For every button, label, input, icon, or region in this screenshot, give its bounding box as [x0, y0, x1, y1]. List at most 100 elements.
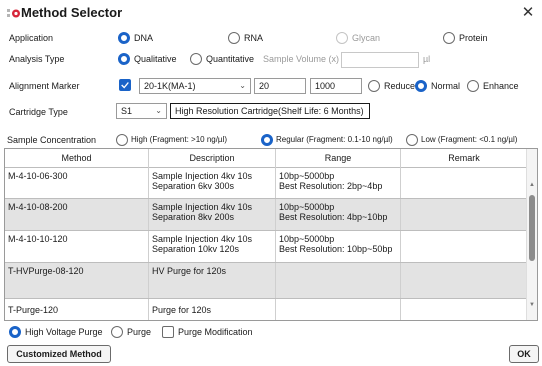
cartridge-description: High Resolution Cartridge(Shelf Life: 6 …: [170, 103, 370, 119]
description-line: Separation 10kv 120s: [152, 244, 240, 254]
concentration-high-label: High (Fragment: >10 ng/µl): [131, 135, 227, 144]
concentration-low-label: Low (Fragment: <0.1 ng/µl): [421, 135, 518, 144]
range-line: Best Resolution: 4bp~10bp: [279, 212, 388, 222]
description-line: HV Purge for 120s: [152, 266, 227, 276]
description-line: Sample Injection 4kv 10s: [152, 202, 253, 212]
scroll-up-icon[interactable]: ▲: [529, 182, 535, 188]
cell-range: 10bp~5000bp Best Resolution: 4bp~10bp: [276, 199, 401, 230]
sample-concentration-label: Sample Concentration: [7, 135, 97, 145]
cell-description: HV Purge for 120s: [149, 263, 276, 298]
range-line: Best Resolution: 2bp~4bp: [279, 181, 383, 191]
application-protein-radio[interactable]: [443, 32, 455, 44]
description-line: Separation 6kv 300s: [152, 181, 235, 191]
application-dna-label: DNA: [134, 33, 154, 43]
application-rna-radio[interactable]: [228, 32, 240, 44]
title-bar: Method Selector ✕: [0, 0, 542, 26]
analysis-quantitative-radio[interactable]: [190, 53, 202, 65]
application-label: Application: [9, 33, 54, 43]
application-dna-radio[interactable]: [118, 32, 130, 44]
purge-modification-label: Purge Modification: [178, 327, 253, 337]
range-line: 10bp~5000bp: [279, 234, 335, 244]
analysis-qualitative-label: Qualitative: [134, 54, 177, 64]
chevron-down-icon: ⌄: [239, 81, 246, 90]
cell-range: 10bp~5000bp Best Resolution: 10bp~50bp: [276, 231, 401, 262]
range-line: Best Resolution: 10bp~50bp: [279, 244, 393, 254]
cell-remark: [401, 263, 527, 298]
alignment-enhance-radio[interactable]: [467, 80, 479, 92]
application-glycan-radio: [336, 32, 348, 44]
purge-radio[interactable]: [111, 326, 123, 338]
table-row[interactable]: T-Purge-120 Purge for 120s: [5, 299, 527, 320]
sample-volume-label: Sample Volume (x) :: [263, 54, 345, 64]
concentration-regular-label: Regular (Fragment: 0.1-10 ng/µl): [276, 135, 393, 144]
column-header-range[interactable]: Range: [276, 149, 401, 168]
analysis-type-label: Analysis Type: [9, 54, 65, 64]
alignment-marker-select[interactable]: 20-1K(MA-1) ⌄: [139, 78, 251, 94]
chevron-down-icon: ⌄: [155, 106, 162, 115]
alignment-normal-label: Normal: [431, 81, 461, 91]
cell-method: T-HVPurge-08-120: [5, 263, 149, 298]
cartridge-type-label: Cartridge Type: [9, 107, 68, 117]
alignment-enhance-label: Enhance: [483, 81, 519, 91]
ok-button[interactable]: OK: [509, 345, 539, 363]
cell-description: Sample Injection 4kv 10s Separation 10kv …: [149, 231, 276, 262]
cell-method: M-4-10-10-120: [5, 231, 149, 262]
table-row[interactable]: M-4-10-10-120 Sample Injection 4kv 10s Se…: [5, 231, 527, 263]
alignment-marker-label: Alignment Marker: [9, 81, 80, 91]
table-header: Method Description Range Remark: [5, 149, 527, 168]
purge-label: Purge: [127, 327, 152, 337]
concentration-low-radio[interactable]: [406, 134, 418, 146]
column-header-remark[interactable]: Remark: [401, 149, 527, 168]
table-row[interactable]: M-4-10-08-200 Sample Injection 4kv 10s Se…: [5, 199, 527, 231]
table-scrollbar[interactable]: ▲ ▼: [526, 149, 537, 320]
cell-method: T-Purge-120: [5, 299, 149, 320]
alignment-low-input[interactable]: 20: [254, 78, 306, 94]
application-protein-label: Protein: [459, 33, 488, 43]
cell-remark: [401, 231, 527, 262]
purge-modification-checkbox[interactable]: [162, 326, 174, 338]
cell-remark: [401, 199, 527, 230]
cell-description: Purge for 120s: [149, 299, 276, 320]
alignment-reduce-radio[interactable]: [368, 80, 380, 92]
analysis-quantitative-label: Quantitative: [206, 54, 255, 64]
alignment-normal-radio[interactable]: [415, 80, 427, 92]
description-line: Purge for 120s: [152, 305, 212, 315]
column-header-description[interactable]: Description: [149, 149, 276, 168]
cartridge-type-value: S1: [121, 106, 133, 116]
cell-remark: [401, 168, 527, 198]
column-header-method[interactable]: Method: [5, 149, 149, 168]
method-table: Method Description Range Remark M-4-10-0…: [4, 148, 538, 321]
range-line: 10bp~5000bp: [279, 202, 335, 212]
sample-volume-unit: µl: [423, 54, 431, 64]
cell-method: M-4-10-08-200: [5, 199, 149, 230]
alignment-high-input[interactable]: 1000: [310, 78, 362, 94]
purge-high-voltage-label: High Voltage Purge: [25, 327, 103, 337]
cell-range: [276, 299, 401, 320]
table-row[interactable]: M-4-10-06-300 Sample Injection 4kv 10s Se…: [5, 168, 527, 199]
alignment-reduce-label: Reduce: [384, 81, 416, 91]
concentration-regular-radio[interactable]: [261, 134, 273, 146]
application-rna-label: RNA: [244, 33, 264, 43]
app-logo-icon: [7, 9, 20, 18]
window-title: Method Selector: [21, 5, 123, 20]
cell-method: M-4-10-06-300: [5, 168, 149, 198]
sample-volume-input[interactable]: [341, 52, 419, 68]
scroll-thumb[interactable]: [529, 195, 535, 261]
range-line: 10bp~5000bp: [279, 171, 335, 181]
description-line: Sample Injection 4kv 10s: [152, 234, 253, 244]
description-line: Sample Injection 4kv 10s: [152, 171, 253, 181]
application-glycan-label: Glycan: [352, 33, 381, 43]
customized-method-button[interactable]: Customized Method: [7, 345, 111, 363]
alignment-marker-checkbox[interactable]: [119, 79, 131, 91]
table-row[interactable]: T-HVPurge-08-120 HV Purge for 120s: [5, 263, 527, 299]
close-icon[interactable]: ✕: [518, 4, 538, 22]
description-line: Separation 8kv 200s: [152, 212, 235, 222]
scroll-down-icon[interactable]: ▼: [529, 302, 535, 308]
purge-high-voltage-radio[interactable]: [9, 326, 21, 338]
cell-remark: [401, 299, 527, 320]
alignment-marker-value: 20-1K(MA-1): [144, 81, 196, 91]
concentration-high-radio[interactable]: [116, 134, 128, 146]
cartridge-type-select[interactable]: S1 ⌄: [116, 103, 167, 119]
analysis-qualitative-radio[interactable]: [118, 53, 130, 65]
cell-description: Sample Injection 4kv 10s Separation 6kv 3…: [149, 168, 276, 198]
